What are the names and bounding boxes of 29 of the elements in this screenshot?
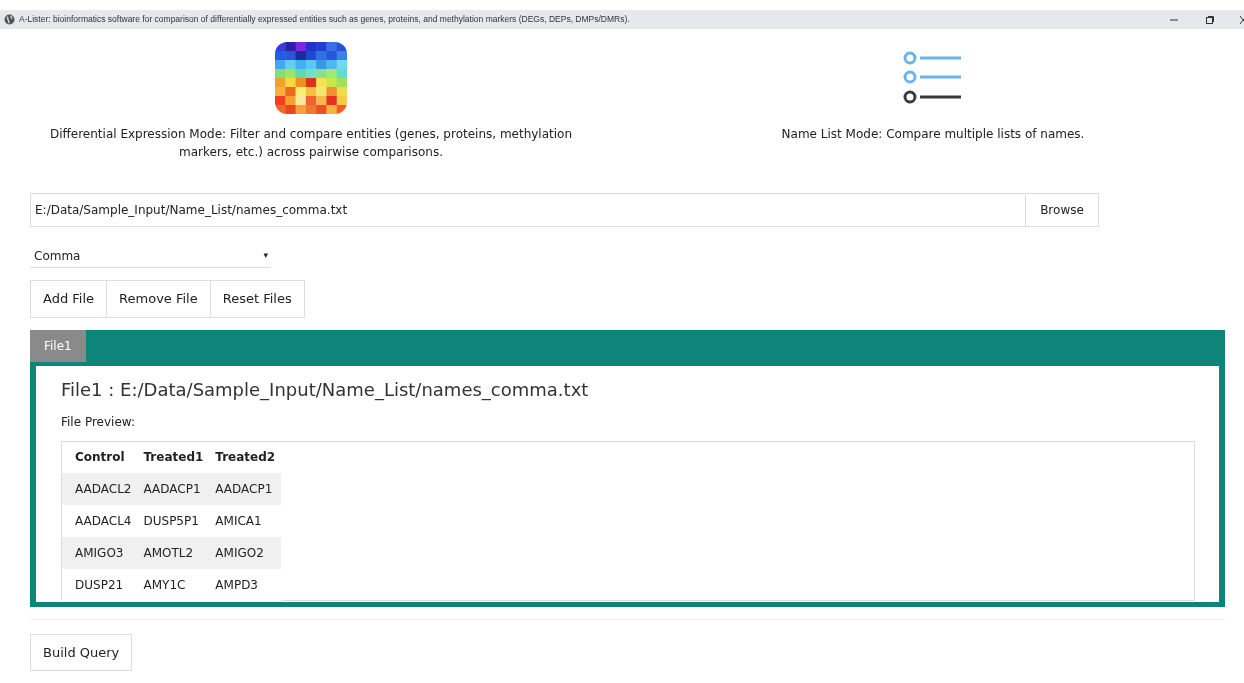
browse-button[interactable]: Browse bbox=[1026, 193, 1099, 227]
window-title: A-Lister: bioinformatics software for comparison of differentially expressed entities such as genes, proteins, and methylation markers (DEGs, DEPs, DMPs/DMRs). bbox=[19, 13, 630, 26]
file-button[interactable]: Reset Files bbox=[210, 280, 305, 318]
table-cell: AMIGO3 bbox=[62, 536, 138, 569]
mode-description: Differential Expression Mode: Filter and compare entities (genes, proteins, methylation markers, etc.) across pairwise comparisons. bbox=[48, 126, 574, 161]
restore-icon[interactable] bbox=[1205, 14, 1215, 25]
table-cell: DUSP21 bbox=[62, 568, 138, 601]
column-header: Control bbox=[74, 449, 126, 466]
column-header: Treated2 bbox=[214, 449, 277, 466]
table-cell: AMIGO2 bbox=[209, 536, 282, 569]
preview-label: File Preview: bbox=[61, 413, 136, 431]
table-cell: AADACP1 bbox=[209, 472, 282, 505]
column-header: Treated1 bbox=[142, 449, 205, 466]
table-cell: AMOTL2 bbox=[137, 536, 210, 569]
heatmap-icon bbox=[275, 42, 347, 114]
table-cell: AMY1C bbox=[137, 568, 210, 601]
globe-icon bbox=[4, 14, 15, 25]
close-icon[interactable] bbox=[1240, 14, 1244, 25]
table-cell: AMPD3 bbox=[209, 568, 282, 601]
file-button[interactable]: Remove File bbox=[107, 280, 211, 318]
delimiter-select[interactable]: Comma ▾ bbox=[30, 244, 270, 268]
panel-title: File1 : E:/Data/Sample_Input/Name_List/names_comma.txt bbox=[61, 377, 590, 403]
file-path-field[interactable]: E:/Data/Sample_Input/Name_List/names_comma.txt bbox=[30, 193, 1026, 227]
table-cell: AADACL2 bbox=[62, 472, 138, 505]
file-button[interactable]: Add File bbox=[30, 280, 108, 318]
list-icon bbox=[903, 50, 963, 106]
table-cell: AADACP1 bbox=[137, 472, 210, 505]
build-query-button[interactable]: Build Query bbox=[30, 633, 133, 671]
mode-description: Name List Mode: Compare multiple lists of names. bbox=[781, 126, 1085, 143]
